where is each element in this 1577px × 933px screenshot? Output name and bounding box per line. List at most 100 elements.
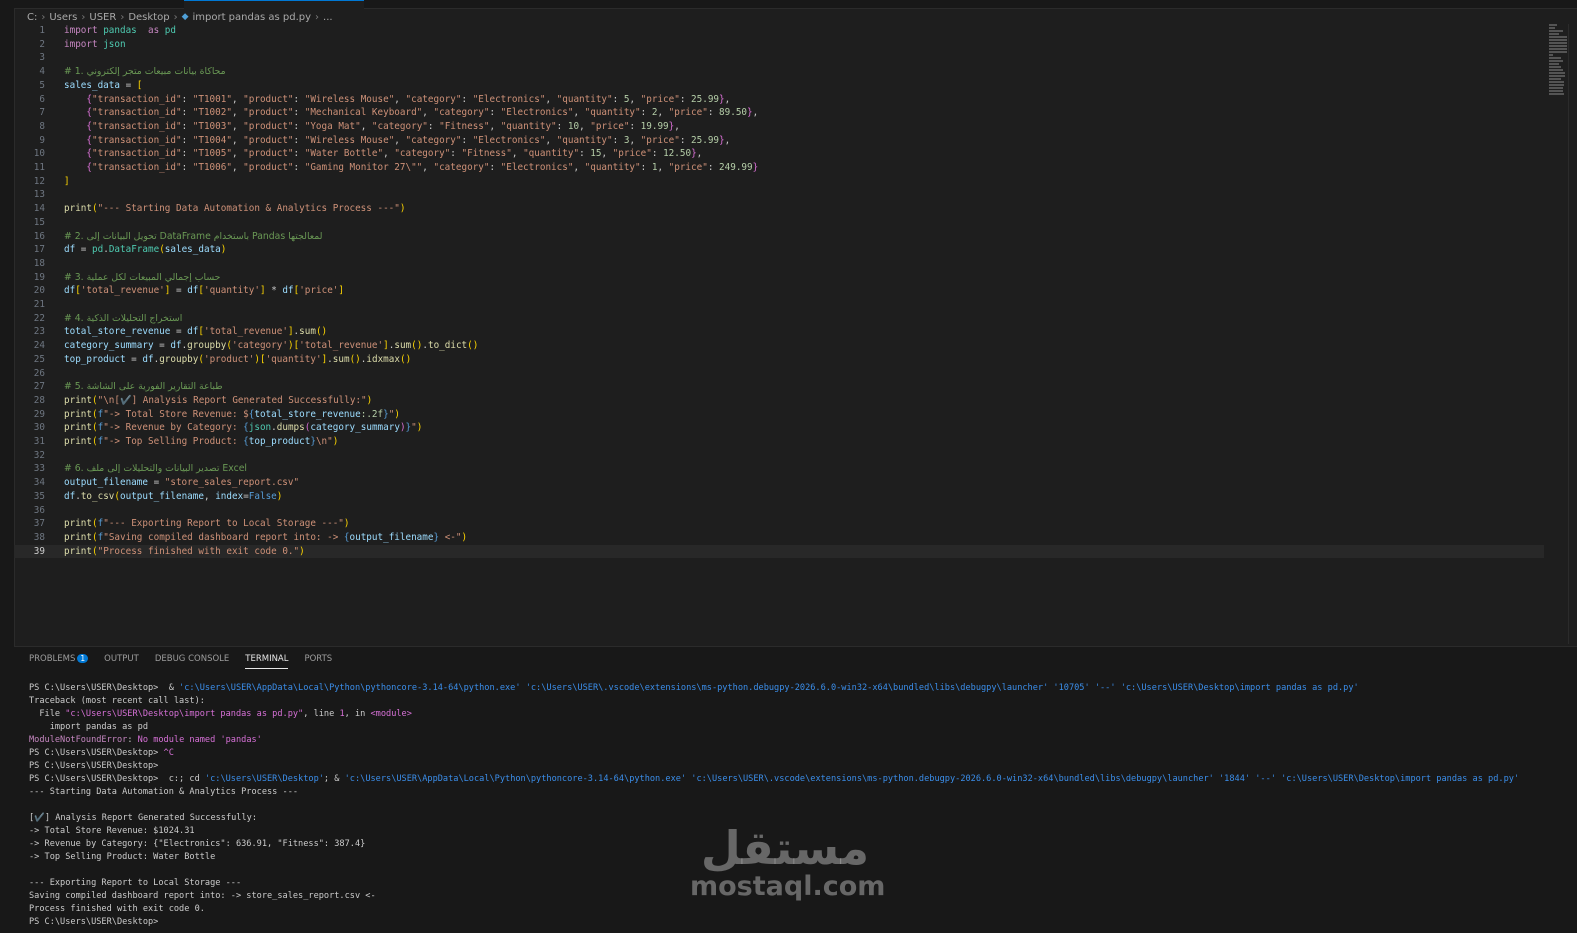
code-line[interactable]: 33 # 6. تصدير البيانات والتحليلات إلى ملف…: [14, 462, 1544, 476]
code-line[interactable]: 39 print("Process finished with exit code…: [14, 544, 1544, 559]
code-line[interactable]: 28 print("\n[✔️] Analysis Report Generate…: [14, 394, 1544, 408]
code-text: print(f"Saving compiled dashboard report…: [64, 531, 468, 543]
code-text: df['total_revenue'] = df['quantity'] * d…: [64, 285, 344, 297]
code-line[interactable]: 6 {"transaction_id": "T1001", "product":…: [14, 93, 1544, 107]
code-line[interactable]: 2 import json: [14, 38, 1544, 52]
terminal-line: PS C:\Users\USER\Desktop> & 'c:\Users\US…: [29, 683, 1359, 693]
line-number: 35: [33, 490, 45, 502]
code-text: print("--- Starting Data Automation & An…: [64, 203, 406, 215]
code-line[interactable]: 30 print(f"-> Revenue by Category: {json.…: [14, 421, 1544, 435]
code-line[interactable]: 10 {"transaction_id": "T1005", "product"…: [14, 147, 1544, 161]
code-line[interactable]: 29 print(f"-> Total Store Revenue: ${tota…: [14, 408, 1544, 422]
line-number: 37: [33, 518, 45, 530]
code-line[interactable]: 19 # 3. حساب إجمالي المبيعات لكل عملية: [14, 271, 1544, 285]
tab-output-label: OUTPUT: [104, 654, 139, 664]
code-line[interactable]: 4 # 1. محاكاة بيانات مبيعات متجر إلكتروني: [14, 65, 1544, 79]
code-line[interactable]: 31 print(f"-> Top Selling Product: {top_p…: [14, 435, 1544, 449]
tab-import-pandas[interactable]: [184, 0, 364, 9]
code-line[interactable]: 21: [14, 298, 1544, 312]
code-line[interactable]: 27 # 5. طباعة التقارير الفورية على الشاشة: [14, 380, 1544, 394]
code-line[interactable]: 12]: [14, 175, 1544, 189]
tab-debug-console[interactable]: DEBUG CONSOLE: [155, 654, 229, 669]
terminal-line: PS C:\Users\USER\Desktop>: [29, 917, 159, 927]
breadcrumb-symbol[interactable]: ...: [323, 12, 333, 23]
line-number: 33: [33, 463, 45, 475]
line-number: 11: [33, 162, 45, 173]
code-text: {"transaction_id": "T1004", "product": "…: [86, 134, 731, 146]
line-number: 31: [33, 436, 45, 447]
tab-problems-label: PROBLEMS: [29, 654, 76, 664]
editor-scrollbar[interactable]: [1568, 24, 1577, 644]
code-line[interactable]: 7 {"transaction_id": "T1002", "product":…: [14, 106, 1544, 120]
breadcrumb-users[interactable]: Users: [49, 12, 77, 23]
tab-terminal[interactable]: TERMINAL: [245, 654, 289, 669]
code-line[interactable]: 5 sales_data = [: [14, 79, 1544, 93]
code-line[interactable]: 34 output_filename = "store_sales_report.…: [14, 476, 1544, 490]
code-text: category_summary = df.groupby('category'…: [64, 340, 479, 352]
code-line[interactable]: 15: [14, 216, 1544, 230]
line-number: 16: [33, 230, 45, 242]
tab-problems[interactable]: PROBLEMS 1: [29, 654, 89, 669]
code-line[interactable]: 16 # 2. تحويل البيانات إلى DataFrame باست…: [14, 230, 1544, 244]
code-line[interactable]: 3: [14, 51, 1544, 65]
code-line[interactable]: 37 print(f"--- Exporting Report to Local …: [14, 517, 1544, 531]
tab-terminal-label: TERMINAL: [245, 654, 289, 664]
problems-count-badge: 1: [77, 654, 89, 663]
terminal-line: PS C:\Users\USER\Desktop>: [29, 761, 159, 771]
code-line[interactable]: 23 total_store_revenue = df['total_revenu…: [14, 325, 1544, 339]
code-line[interactable]: 35 df.to_csv(output_filename, index=False…: [14, 490, 1544, 504]
code-text: # 2. تحويل البيانات إلى DataFrame باستخد…: [64, 230, 323, 242]
code-line[interactable]: 13: [14, 188, 1544, 202]
code-text: {"transaction_id": "T1003", "product": "…: [86, 120, 680, 132]
code-line[interactable]: 18: [14, 257, 1544, 271]
terminal-line: import pandas as pd: [29, 722, 148, 732]
line-number: 21: [33, 299, 45, 310]
code-text: # 6. تصدير البيانات والتحليلات إلى ملف E…: [64, 463, 248, 475]
breadcrumb-desktop[interactable]: Desktop: [128, 12, 169, 23]
code-line[interactable]: 36: [14, 504, 1544, 518]
code-line[interactable]: 9 {"transaction_id": "T1004", "product":…: [14, 134, 1544, 148]
line-number: 14: [33, 203, 45, 215]
code-line[interactable]: 17 df = pd.DataFrame(sales_data): [14, 243, 1544, 257]
code-line[interactable]: 24 category_summary = df.groupby('categor…: [14, 339, 1544, 353]
line-number: 23: [33, 326, 45, 338]
code-line[interactable]: 1 import pandas as pd: [14, 24, 1544, 38]
terminal-line: PS C:\Users\USER\Desktop> c:; cd 'c:\Use…: [29, 774, 1520, 784]
code-line[interactable]: 32: [14, 449, 1544, 463]
code-line[interactable]: 20 df['total_revenue'] = df['quantity'] *…: [14, 284, 1544, 298]
line-number: 17: [33, 244, 45, 256]
tab-ports-label: PORTS: [304, 654, 333, 664]
breadcrumb-drive[interactable]: C:: [27, 12, 37, 23]
minimap[interactable]: [1549, 24, 1569, 104]
line-number: 26: [33, 367, 45, 379]
code-line[interactable]: 38 print(f"Saving compiled dashboard repo…: [14, 531, 1544, 545]
tab-output[interactable]: OUTPUT: [104, 654, 139, 669]
line-number: 10: [33, 148, 45, 160]
line-number: 13: [33, 189, 45, 201]
line-number: 30: [33, 422, 45, 434]
breadcrumb-file[interactable]: import pandas as pd.py: [192, 12, 311, 23]
code-line[interactable]: 25 top_product = df.groupby('product')['q…: [14, 353, 1544, 367]
code-line[interactable]: 26: [14, 367, 1544, 381]
code-line[interactable]: 14 print("--- Starting Data Automation & …: [14, 202, 1544, 216]
code-text: # 4. استخراج التحليلات الذكية: [64, 312, 183, 324]
breadcrumb-user[interactable]: USER: [89, 12, 116, 23]
code-line[interactable]: 11 {"transaction_id": "T1006", "product"…: [14, 161, 1544, 175]
code-line[interactable]: 22 # 4. استخراج التحليلات الذكية: [14, 312, 1544, 326]
code-text: {"transaction_id": "T1001", "product": "…: [86, 93, 731, 105]
line-number: 15: [33, 216, 45, 228]
terminal-line: PS C:\Users\USER\Desktop> ^C: [29, 748, 174, 758]
line-number: 2: [39, 38, 45, 50]
line-number: 9: [39, 134, 45, 146]
code-editor[interactable]: 1 import pandas as pd 2 import json 3 4 # 1. م…: [14, 24, 1544, 644]
code-text: df = pd.DataFrame(sales_data): [64, 244, 227, 256]
code-text: print("\n[✔️] Analysis Report Generated …: [64, 394, 373, 406]
line-number: 7: [39, 107, 45, 119]
tab-debug-console-label: DEBUG CONSOLE: [154, 654, 230, 664]
line-number: 3: [39, 52, 45, 64]
code-text: {"transaction_id": "T1006", "product": "…: [86, 162, 759, 173]
code-line[interactable]: 8 {"transaction_id": "T1003", "product":…: [14, 120, 1544, 134]
line-number: 24: [33, 340, 45, 352]
tab-ports[interactable]: PORTS: [304, 654, 332, 669]
code-text: print("Process finished with exit code 0…: [64, 545, 305, 557]
